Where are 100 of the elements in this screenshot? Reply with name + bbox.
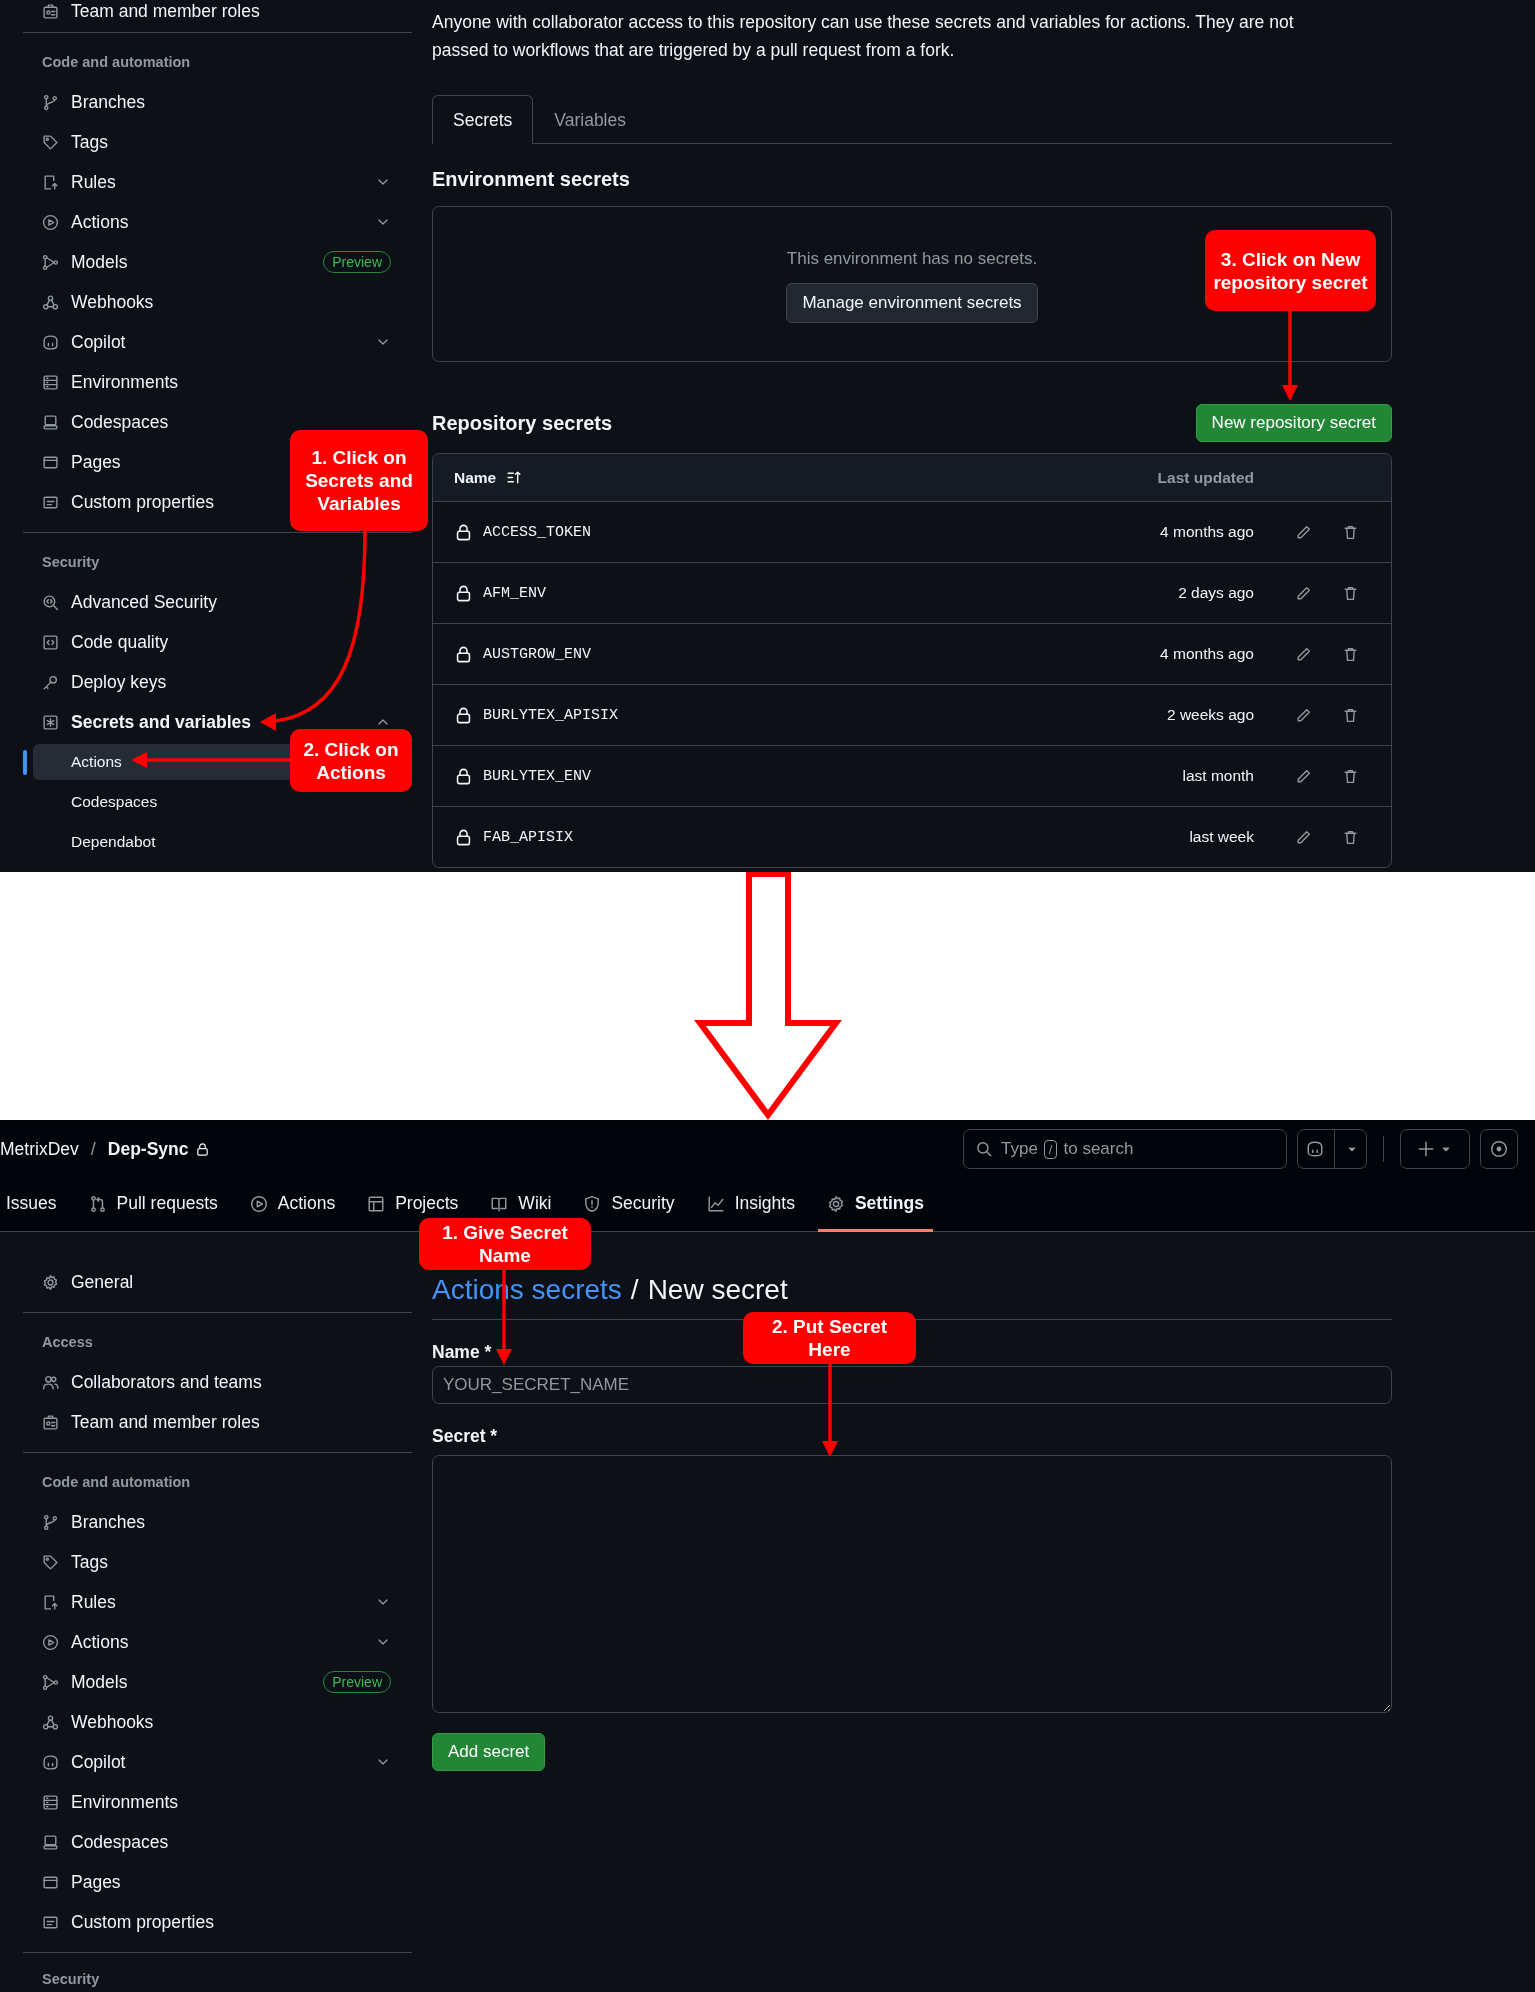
tag-icon (42, 133, 59, 151)
browser-icon (42, 453, 59, 471)
server-icon (42, 1793, 59, 1811)
pull-request-icon (88, 1194, 107, 1213)
sidebar-item[interactable]: Team and member roles (23, 1402, 412, 1442)
sidebar-item[interactable]: Custom properties (23, 1902, 412, 1942)
lock-icon (194, 1141, 210, 1157)
nodes-icon (42, 1673, 59, 1691)
name-field[interactable]: YOUR_SECRET_NAME (432, 1366, 1392, 1404)
sidebar-item[interactable]: Models Preview (23, 1662, 412, 1702)
section-heading: Security (41, 553, 101, 572)
sidebar-item[interactable]: General (23, 1262, 412, 1302)
sidebar-item[interactable]: Rules (23, 162, 412, 202)
lock-icon (454, 644, 473, 664)
nav-tab[interactable]: Issues (6, 1178, 66, 1232)
play-icon (249, 1194, 268, 1213)
delete-icon[interactable] (1342, 645, 1359, 663)
bot-icon (42, 1753, 59, 1771)
nodes-icon (42, 253, 59, 271)
lock-icon (454, 522, 473, 542)
section-heading: Access (41, 1333, 94, 1352)
sidebar-item[interactable]: Webhooks (23, 282, 412, 322)
field-label: Name * (432, 1341, 492, 1364)
document-arrow-icon (42, 1593, 59, 1611)
search-code-icon (42, 593, 59, 611)
sidebar-item[interactable]: Copilot (23, 1742, 412, 1782)
sidebar-item[interactable]: Webhooks (23, 1702, 412, 1742)
sidebar-item[interactable]: Code quality (23, 622, 412, 662)
sidebar-item[interactable]: Environments (23, 1782, 412, 1822)
table-cell-text: 2 days ago (1177, 584, 1254, 602)
manage-button[interactable]: Manage environment secrets (786, 283, 1038, 323)
branch-icon (42, 1513, 59, 1531)
secret-name: AUSTGROW_ENV (483, 645, 592, 663)
play-icon (42, 213, 59, 231)
bot-icon (1305, 1140, 1324, 1158)
section-title: Environment secrets (432, 167, 631, 192)
nav-tab[interactable]: Settings (817, 1178, 933, 1232)
lock-icon (454, 766, 473, 786)
search-icon (975, 1140, 993, 1158)
add-secret-button[interactable]: Add secret (432, 1733, 546, 1771)
tab[interactable]: Secrets (432, 95, 534, 144)
section-heading: Code and automation (41, 53, 192, 72)
edit-icon[interactable] (1295, 645, 1312, 663)
callout-tooltip: 2. Click on Actions (290, 729, 412, 792)
server-icon (42, 373, 59, 391)
search-hint: Type (1001, 1139, 1038, 1159)
sidebar-item[interactable]: Tags (23, 1542, 412, 1582)
sidebar-item[interactable]: Branches (23, 1502, 412, 1542)
delete-icon[interactable] (1342, 706, 1359, 724)
edit-icon[interactable] (1295, 584, 1312, 602)
delete-icon[interactable] (1342, 828, 1359, 846)
sidebar-item[interactable]: Actions (23, 1622, 412, 1662)
settings-icon (42, 1273, 59, 1291)
sidebar-item[interactable]: Advanced Security (23, 582, 412, 622)
edit-icon[interactable] (1295, 828, 1312, 846)
delete-icon[interactable] (1342, 767, 1359, 785)
sidebar-subitem[interactable]: Dependabot (33, 824, 412, 860)
issues-button[interactable] (1480, 1129, 1518, 1169)
owner-link[interactable]: MetrixDev (0, 1138, 79, 1160)
empty-message: This environment has no secrets. (786, 248, 1038, 270)
sidebar-item[interactable]: Collaborators and teams (23, 1362, 412, 1402)
sidebar-item[interactable]: Tags (23, 122, 412, 162)
sidebar-item[interactable]: Rules (23, 1582, 412, 1622)
sidebar-item[interactable]: Actions (23, 202, 412, 242)
search-field[interactable]: Type / to search (963, 1129, 1287, 1169)
sidebar-item[interactable]: Copilot (23, 322, 412, 362)
id-badge-icon (42, 1413, 59, 1431)
sidebar-item[interactable]: Deploy keys (23, 662, 412, 702)
sidebar-item[interactable]: Branches (23, 82, 412, 122)
selection-indicator (23, 749, 27, 775)
nav-tab[interactable]: Pull requests (79, 1178, 227, 1232)
plus-icon (1417, 1140, 1435, 1158)
sidebar-item[interactable]: Codespaces (23, 1822, 412, 1862)
new-secret-button[interactable]: New repository secret (1195, 404, 1392, 442)
sidebar-item[interactable]: Team and member roles (23, 0, 412, 31)
secret-name: FAB_APISIX (483, 828, 573, 846)
sidebar-item[interactable]: Models Preview (23, 242, 412, 282)
table-cell-text: last month (1181, 767, 1254, 785)
callout-tooltip: 1. Give Secret Name (419, 1218, 591, 1270)
delete-icon[interactable] (1342, 523, 1359, 541)
create-button[interactable] (1400, 1129, 1470, 1169)
sidebar-item[interactable]: Pages (23, 1862, 412, 1902)
sidebar-item[interactable]: Environments (23, 362, 412, 402)
copilot-button[interactable] (1297, 1129, 1367, 1169)
secret-field[interactable] (432, 1455, 1392, 1713)
edit-icon[interactable] (1295, 767, 1312, 785)
code-icon (42, 633, 59, 651)
tab[interactable]: Variables (533, 95, 647, 144)
nav-tab[interactable]: Actions (240, 1178, 345, 1232)
play-icon (42, 1633, 59, 1651)
edit-icon[interactable] (1295, 523, 1312, 541)
table-icon (367, 1194, 386, 1213)
webhook-icon (42, 1713, 59, 1731)
nav-tab[interactable]: Insights (697, 1178, 804, 1232)
tag-icon (42, 1553, 59, 1571)
delete-icon[interactable] (1342, 584, 1359, 602)
edit-icon[interactable] (1295, 706, 1312, 724)
table-cell-text: 2 weeks ago (1165, 706, 1254, 724)
table-cell-text: 4 months ago (1159, 523, 1254, 541)
repo-link[interactable]: Dep-Sync (107, 1138, 189, 1160)
